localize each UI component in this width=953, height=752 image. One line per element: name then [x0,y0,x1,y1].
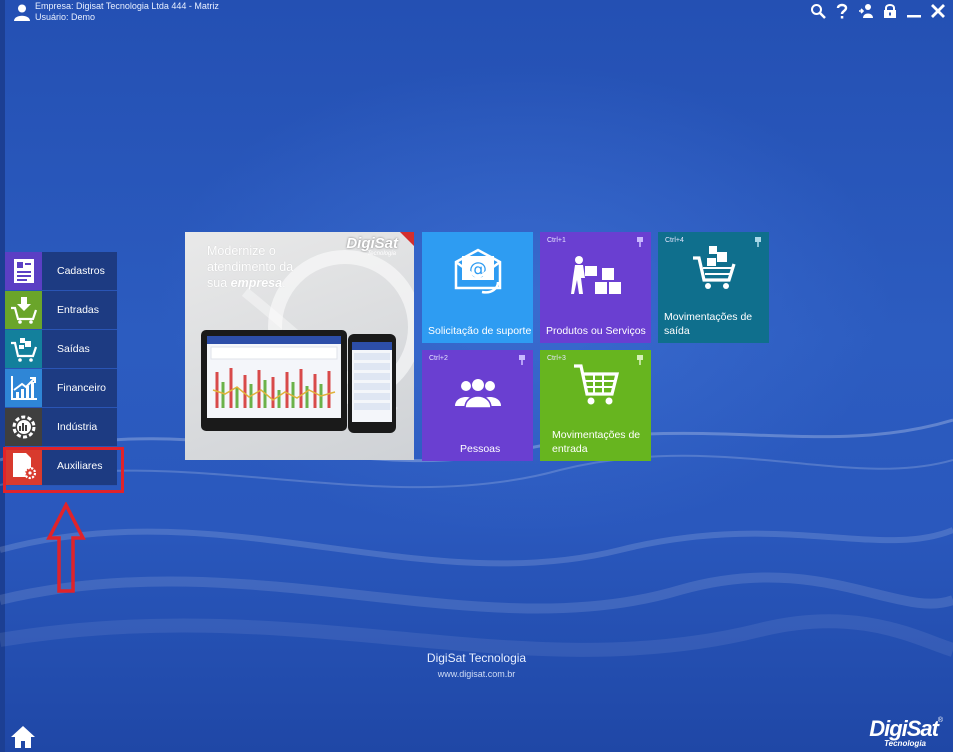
cart-out-tile-icon [692,246,736,289]
user-icon [14,4,30,21]
tile-movimentacoes-saida[interactable]: Ctrl+4 Movimentações de saída [658,232,769,343]
up-arrow-annotation [46,502,86,593]
lock-icon [884,4,896,18]
tile-label-mov-saida-1: Movimentações de [664,311,753,323]
email-support-icon-box: @ [422,248,533,296]
tile-label-mov-entrada-1: Movimentações de [552,429,641,441]
cart-in-tile-icon [573,364,619,405]
close-icon [931,4,945,18]
user-label: Usuário: Demo [35,12,96,22]
email-support-icon: @ [454,248,501,294]
digisat-logo-sub: Tecnologia [884,739,926,748]
highlight-annotation [3,447,124,493]
cart-out-tile-icon-box [658,244,769,290]
footer-company-name: DigiSat Tecnologia [426,651,527,665]
menu-item-entradas[interactable]: Entradas [5,291,117,330]
registered-mark: ® [937,717,943,724]
company-info: Empresa: Digisat Tecnologia Ltda 444 - M… [35,1,219,23]
pin-icon [637,237,643,247]
tile-movimentacoes-entrada[interactable]: Ctrl+3 Movimentações de entrada [540,350,651,461]
tile-label-mov-entrada: Movimentações de entrada [552,428,640,456]
cart-in-icon-box [5,291,42,329]
people-icon [454,379,501,408]
shortcut-label: Ctrl+2 [429,355,448,362]
tile-label-pessoas: Pessoas [460,443,501,455]
search-icon [811,4,826,19]
shortcut-label: Ctrl+1 [547,237,566,244]
tile-produtos-servicos[interactable]: Ctrl+1 Produtos ou Serviços [540,232,651,343]
tile-label-suporte: Solicitação de suporte [428,325,532,337]
promo-banner[interactable]: DigiSat Tecnologia Modernize o atendimen… [185,232,414,460]
help-button[interactable] [833,2,851,20]
menu-item-cadastros[interactable]: Cadastros [5,252,117,291]
shortcut-label: Ctrl+3 [547,355,566,362]
menu-item-financeiro[interactable]: Financeiro [5,369,117,408]
document-icon-box [5,252,42,290]
menu-label-cadastros: Cadastros [57,265,105,277]
close-button[interactable] [929,2,947,20]
search-button[interactable] [809,2,827,20]
cart-in-tile-icon-box [540,362,651,406]
tile-label-mov-saida-2: saída [664,325,690,337]
people-icon-box [422,378,533,408]
switch-user-icon [859,4,873,18]
industry-gear-icon [12,415,35,439]
menu-label-saidas: Saídas [57,343,90,355]
tile-label-mov-saida: Movimentações de saída [664,310,752,338]
switch-user-button[interactable] [857,2,875,20]
footer-website[interactable]: www.digisat.com.br [0,669,953,679]
home-icon[interactable] [10,724,36,750]
window-actions [809,2,947,20]
menu-label-entradas: Entradas [57,304,100,316]
industry-gear-icon-box [5,408,42,446]
cart-out-icon-box [5,330,42,368]
menu-item-saidas[interactable]: Saídas [5,330,117,369]
lock-button[interactable] [881,2,899,20]
cart-out-icon [10,338,37,362]
tile-label-mov-entrada-2: entrada [552,443,588,455]
menu-label-financeiro: Financeiro [57,382,107,394]
boxes-person-icon [570,256,621,294]
shortcut-label: Ctrl+4 [665,237,684,244]
tile-solicitacao-suporte[interactable]: @ Solicitação de suporte [422,232,533,343]
cart-in-icon [10,297,37,324]
help-icon [836,3,848,19]
boxes-person-icon-box [540,254,651,296]
top-bar: Empresa: Digisat Tecnologia Ltda 444 - M… [0,0,953,26]
device-mockup-image [201,330,396,433]
company-label: Empresa: Digisat Tecnologia Ltda 444 - M… [35,1,219,11]
menu-label-industria: Indústria [57,421,98,433]
menu-item-industria[interactable]: Indústria [5,408,117,447]
minimize-icon [907,15,921,18]
document-icon [13,259,34,283]
tile-label-produtos: Produtos ou Serviços [546,325,646,337]
chart-growth-icon-box [5,369,42,407]
chart-growth-icon [10,376,37,400]
pin-icon [519,355,525,365]
tile-pessoas[interactable]: Ctrl+2 Pessoas [422,350,533,461]
minimize-button[interactable] [905,2,923,20]
